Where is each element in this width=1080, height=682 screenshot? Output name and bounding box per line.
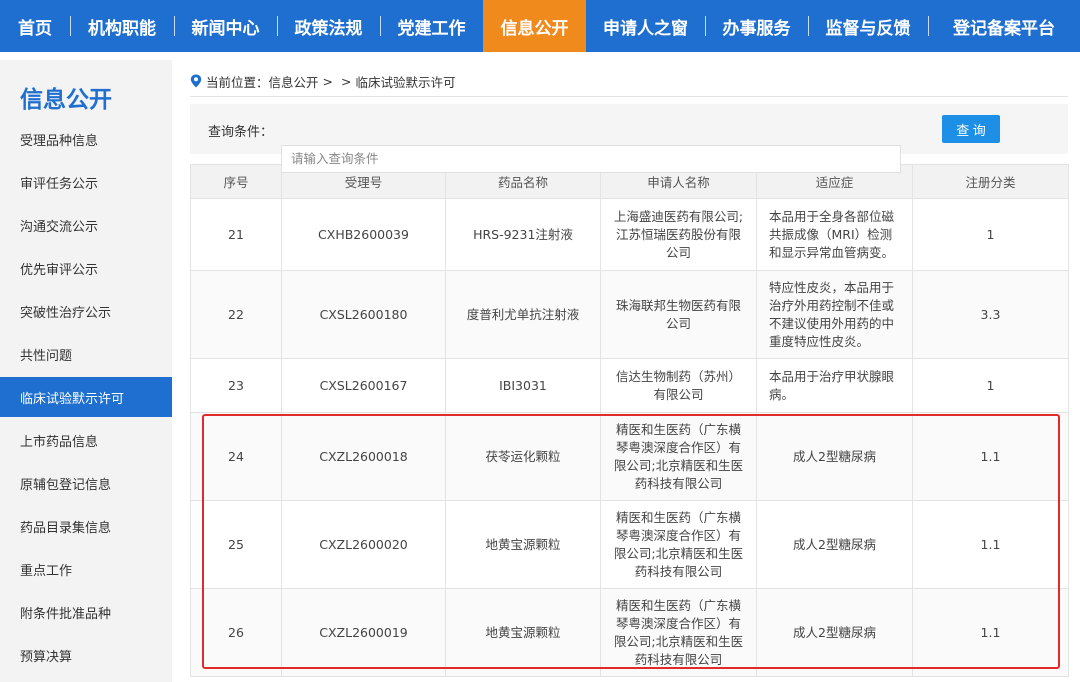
cell-drug-name: 度普利尤单抗注射液 bbox=[445, 270, 601, 359]
cell-indication: 本品用于全身各部位磁共振成像（MRI）检测和显示异常血管病变。 bbox=[756, 198, 913, 271]
nav-item-party[interactable]: 党建工作 bbox=[380, 0, 483, 52]
cell-category: 1 bbox=[912, 358, 1069, 413]
cell-drug-name: 地黄宝源颗粒 bbox=[445, 588, 601, 677]
sidebar-title: 信息公开 bbox=[20, 87, 112, 113]
sidebar-item-review-tasks[interactable]: 审评任务公示 bbox=[0, 162, 172, 202]
sidebar-item-key-work[interactable]: 重点工作 bbox=[0, 549, 172, 589]
divider bbox=[190, 96, 1068, 97]
table-row[interactable]: 21 CXHB2600039 HRS-9231注射液 上海盛迪医药有限公司;江苏… bbox=[190, 198, 1069, 271]
cell-no: 25 bbox=[190, 500, 282, 589]
cell-acceptance-no: CXZL2600019 bbox=[281, 588, 446, 677]
breadcrumb-separator: > bbox=[322, 73, 334, 89]
cell-applicant: 精医和生医药（广东横琴粤澳深度合作区）有限公司;北京精医和生医药科技有限公司 bbox=[600, 412, 757, 501]
cell-category: 1.1 bbox=[912, 412, 1069, 501]
breadcrumb-prefix: 当前位置： bbox=[206, 74, 269, 90]
sidebar-item-clinical-trial-permission[interactable]: 临床试验默示许可 bbox=[0, 377, 172, 417]
cell-applicant: 精医和生医药（广东横琴粤澳深度合作区）有限公司;北京精医和生医药科技有限公司 bbox=[600, 588, 757, 677]
sidebar-item-marketed-drugs[interactable]: 上市药品信息 bbox=[0, 420, 172, 460]
cell-applicant: 珠海联邦生物医药有限公司 bbox=[600, 270, 757, 359]
table-row[interactable]: 25 CXZL2600020 地黄宝源颗粒 精医和生医药（广东横琴粤澳深度合作区… bbox=[190, 500, 1069, 589]
breadcrumb: 当前位置： 信息公开 > > 临床试验默示许可 bbox=[190, 70, 456, 92]
cell-drug-name: IBI3031 bbox=[445, 358, 601, 413]
cell-indication: 成人2型糖尿病 bbox=[756, 412, 913, 501]
nav-item-info-disclosure[interactable]: 信息公开 bbox=[483, 0, 586, 52]
cell-drug-name: 茯苓运化颗粒 bbox=[445, 412, 601, 501]
column-header-no[interactable]: 序号 bbox=[190, 164, 282, 199]
results-table-container: 序号 受理号 药品名称 申请人名称 适应症 注册分类 21 CXHB260003… bbox=[190, 164, 1069, 677]
nav-item-functions[interactable]: 机构职能 bbox=[70, 0, 174, 52]
cell-no: 26 bbox=[190, 588, 282, 677]
cell-no: 21 bbox=[190, 198, 282, 271]
nav-item-policy[interactable]: 政策法规 bbox=[277, 0, 380, 52]
sidebar-item-priority-review[interactable]: 优先审评公示 bbox=[0, 248, 172, 288]
query-input[interactable] bbox=[281, 145, 901, 173]
nav-item-home[interactable]: 首页 bbox=[0, 0, 70, 52]
cell-acceptance-no: CXZL2600020 bbox=[281, 500, 446, 589]
results-table: 序号 受理号 药品名称 申请人名称 适应症 注册分类 21 CXHB260003… bbox=[190, 164, 1069, 677]
sidebar-item-common-issues[interactable]: 共性问题 bbox=[0, 334, 172, 374]
query-button[interactable]: 查 询 bbox=[942, 115, 1000, 143]
sidebar-item-budget[interactable]: 预算决算 bbox=[0, 635, 172, 675]
cell-indication: 特应性皮炎，本品用于治疗外用药控制不佳或不建议使用外用药的中重度特应性皮炎。 bbox=[756, 270, 913, 359]
table-row[interactable]: 23 CXSL2600167 IBI3031 信达生物制药（苏州）有限公司 本品… bbox=[190, 358, 1069, 413]
cell-no: 24 bbox=[190, 412, 282, 501]
cell-acceptance-no: CXSL2600180 bbox=[281, 270, 446, 359]
nav-item-supervision[interactable]: 监督与反馈 bbox=[808, 0, 928, 52]
cell-no: 23 bbox=[190, 358, 282, 413]
location-pin-icon bbox=[190, 74, 202, 88]
cell-applicant: 上海盛迪医药有限公司;江苏恒瑞医药股份有限公司 bbox=[600, 198, 757, 271]
breadcrumb-section[interactable]: 信息公开 bbox=[269, 72, 319, 91]
cell-acceptance-no: CXZL2600018 bbox=[281, 412, 446, 501]
table-row[interactable]: 26 CXZL2600019 地黄宝源颗粒 精医和生医药（广东横琴粤澳深度合作区… bbox=[190, 588, 1069, 677]
cell-drug-name: 地黄宝源颗粒 bbox=[445, 500, 601, 589]
nav-item-services[interactable]: 办事服务 bbox=[705, 0, 808, 52]
top-nav: 首页 机构职能 新闻中心 政策法规 党建工作 信息公开 申请人之窗 办事服务 监… bbox=[0, 0, 1080, 52]
sidebar-item-communication[interactable]: 沟通交流公示 bbox=[0, 205, 172, 245]
nav-item-applicant-window[interactable]: 申请人之窗 bbox=[586, 0, 705, 52]
cell-applicant: 精医和生医药（广东横琴粤澳深度合作区）有限公司;北京精医和生医药科技有限公司 bbox=[600, 500, 757, 589]
cell-indication: 成人2型糖尿病 bbox=[756, 588, 913, 677]
table-row[interactable]: 24 CXZL2600018 茯苓运化颗粒 精医和生医药（广东横琴粤澳深度合作区… bbox=[190, 412, 1069, 501]
sidebar-item-drug-catalog[interactable]: 药品目录集信息 bbox=[0, 506, 172, 546]
table-row[interactable]: 22 CXSL2600180 度普利尤单抗注射液 珠海联邦生物医药有限公司 特应… bbox=[190, 270, 1069, 359]
cell-indication: 本品用于治疗甲状腺眼病。 bbox=[756, 358, 913, 413]
sidebar: 信息公开 受理品种信息 审评任务公示 沟通交流公示 优先审评公示 突破性治疗公示… bbox=[0, 60, 172, 682]
cell-category: 3.3 bbox=[912, 270, 1069, 359]
query-label: 查询条件： bbox=[208, 125, 274, 140]
cell-acceptance-no: CXSL2600167 bbox=[281, 358, 446, 413]
sidebar-item-accepted-varieties[interactable]: 受理品种信息 bbox=[0, 119, 172, 159]
cell-applicant: 信达生物制药（苏州）有限公司 bbox=[600, 358, 757, 413]
cell-no: 22 bbox=[190, 270, 282, 359]
cell-acceptance-no: CXHB2600039 bbox=[281, 198, 446, 271]
cell-category: 1.1 bbox=[912, 500, 1069, 589]
cell-category: 1.1 bbox=[912, 588, 1069, 677]
nav-item-news[interactable]: 新闻中心 bbox=[174, 0, 277, 52]
nav-item-registration-platform[interactable]: 登记备案平台 bbox=[928, 0, 1080, 52]
breadcrumb-separator: > bbox=[341, 73, 352, 89]
column-header-category[interactable]: 注册分类 bbox=[912, 164, 1069, 199]
sidebar-item-conditional-approval[interactable]: 附条件批准品种 bbox=[0, 592, 172, 632]
sidebar-item-breakthrough[interactable]: 突破性治疗公示 bbox=[0, 291, 172, 331]
breadcrumb-current: 临床试验默示许可 bbox=[355, 74, 456, 90]
cell-drug-name: HRS-9231注射液 bbox=[445, 198, 601, 271]
cell-category: 1 bbox=[912, 198, 1069, 271]
cell-indication: 成人2型糖尿病 bbox=[756, 500, 913, 589]
sidebar-item-excipient-registration[interactable]: 原辅包登记信息 bbox=[0, 463, 172, 503]
